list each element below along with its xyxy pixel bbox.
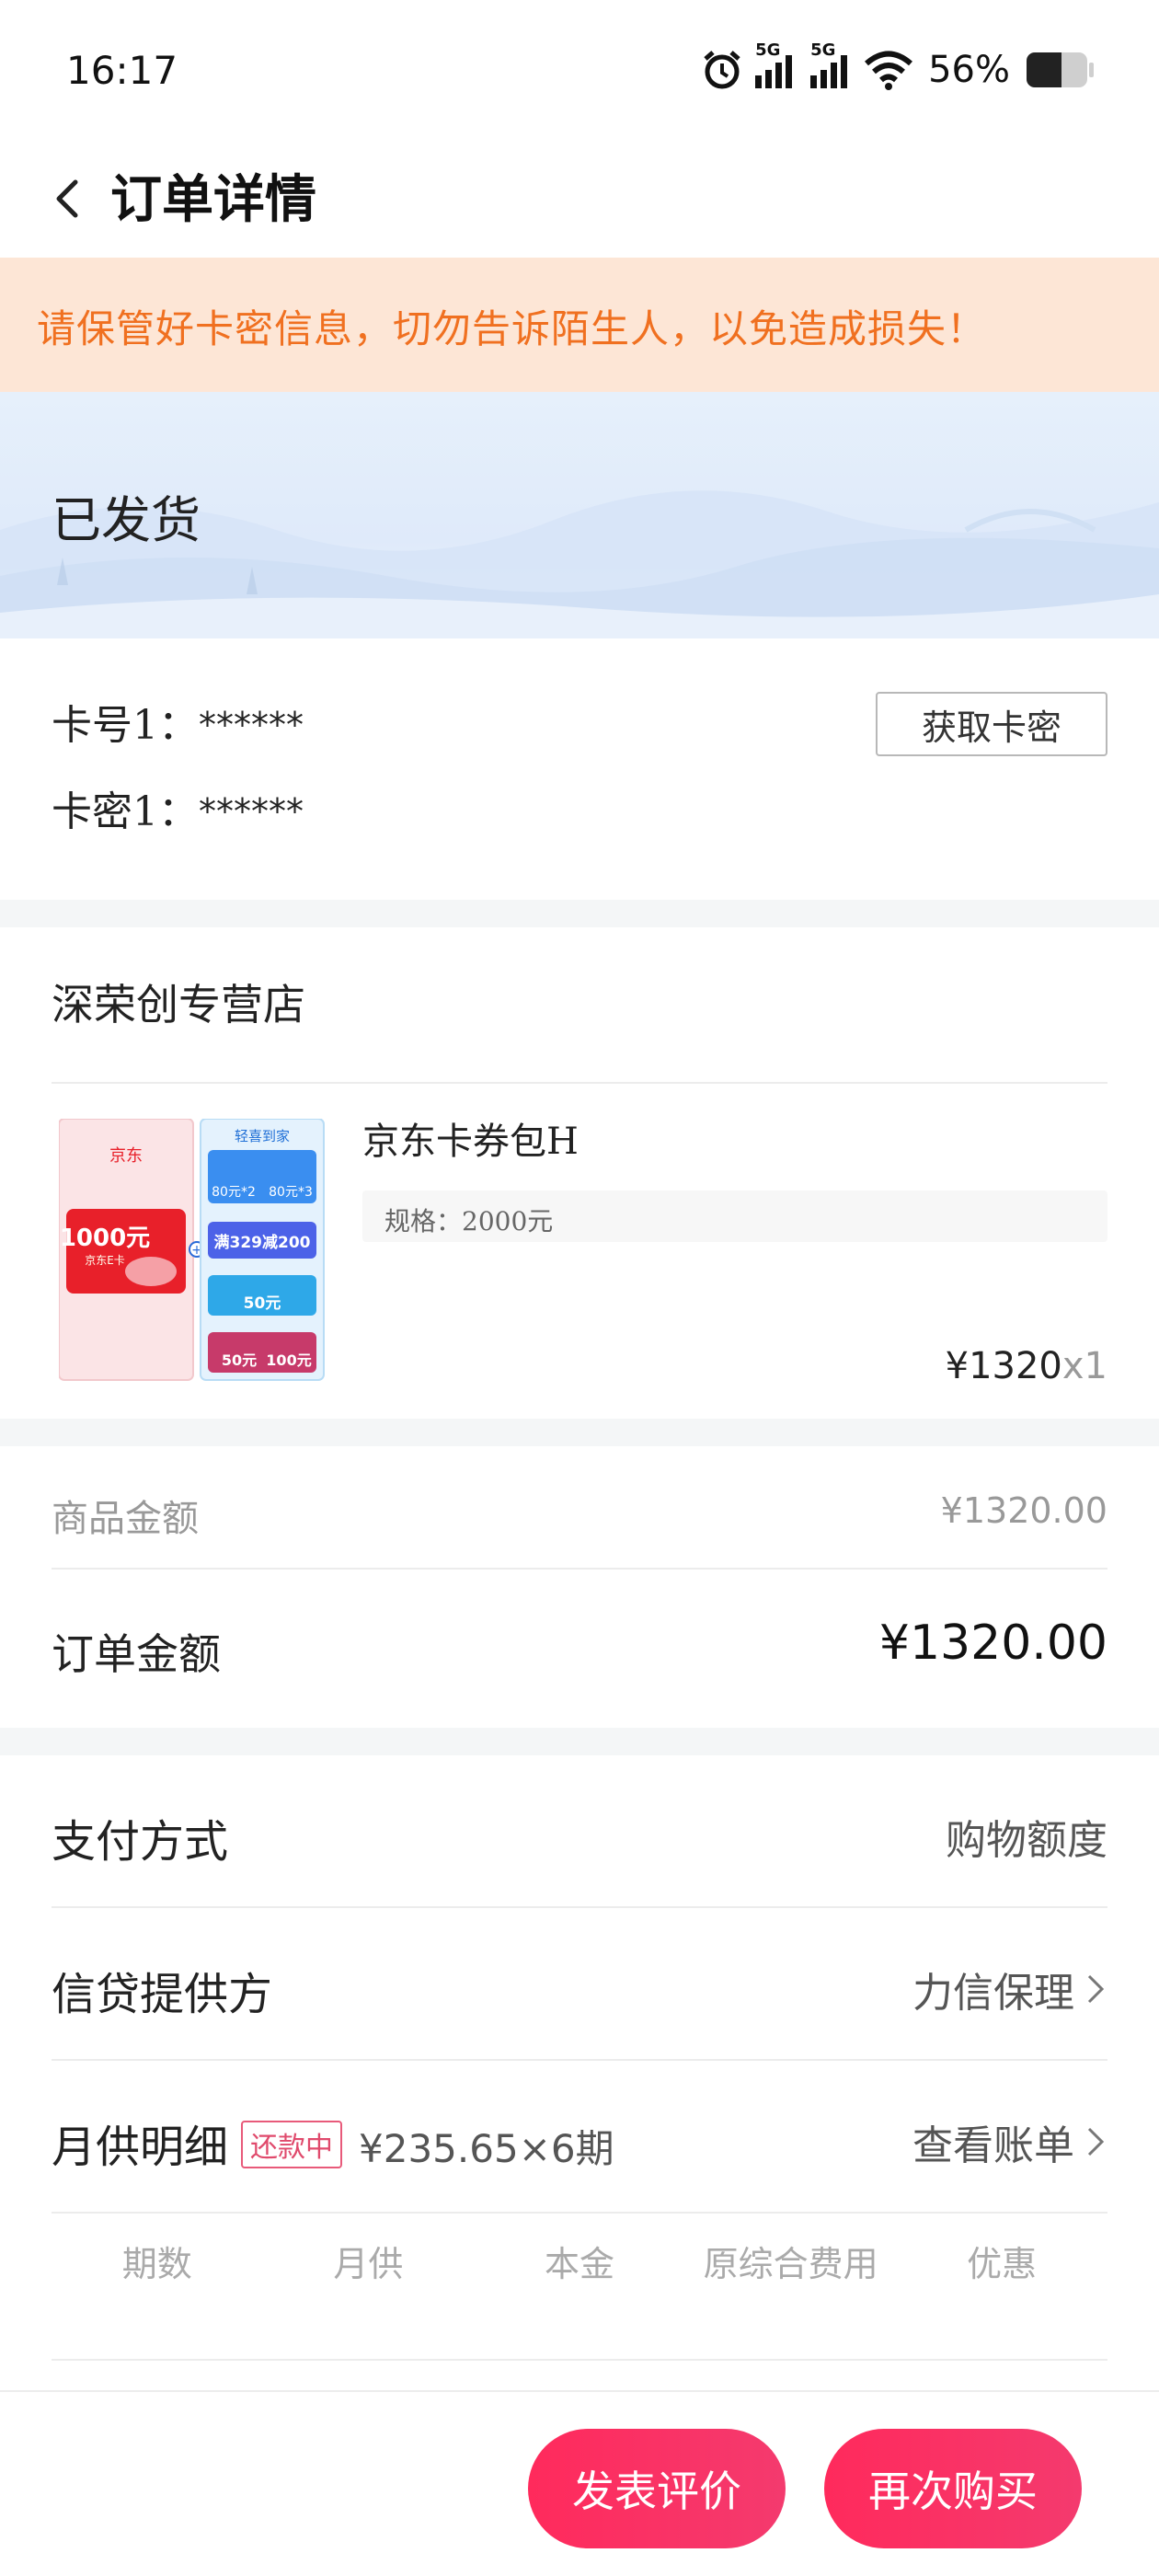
order-amount-label: 订单金额 (52, 1629, 221, 1679)
payment-method-value: 购物额度 (946, 1807, 1107, 1866)
payment-section: 支付方式 购物额度 信贷提供方 力信保理 月供明细 还款中 ¥235.65×6期 查… (0, 1755, 1159, 2390)
store-name[interactable]: 深荣创专营店 (52, 972, 305, 1032)
table-header-principal: 本金 (544, 2244, 614, 2284)
installment-detail: ¥235.65×6期 (359, 2126, 614, 2171)
chevron-right-icon (1084, 2122, 1107, 2162)
section-divider (0, 900, 1159, 927)
divider (52, 1568, 1107, 1570)
product-name[interactable]: 京东卡券包H (362, 1111, 579, 1165)
payment-method-label: 支付方式 (52, 1816, 229, 1868)
coupon-5-text: 50元 (222, 1351, 257, 1369)
coupon-header-text: 轻喜到家 (235, 1128, 290, 1144)
card-secret-row: 卡密1：****** (52, 778, 304, 837)
card-number-value: ****** (199, 705, 304, 745)
chevron-left-icon[interactable] (46, 166, 92, 230)
view-bill-text: 查看账单 (912, 2122, 1074, 2169)
product-spec-box: 规格：2000元 (362, 1190, 1107, 1242)
order-amount-value: ¥1320.00 (878, 1616, 1107, 1671)
review-button[interactable]: 发表评价 (528, 2429, 786, 2548)
signal-icon: 5G (753, 40, 799, 92)
credit-provider-label: 信贷提供方 (52, 1969, 273, 2020)
section-divider (0, 1419, 1159, 1446)
section-divider (0, 1728, 1159, 1755)
order-status-banner: 已发货 (0, 392, 1159, 638)
amount-section: 商品金额 ¥1320.00 订单金额 ¥1320.00 (0, 1446, 1159, 1728)
coupon-6-text: 100元 (266, 1351, 311, 1369)
card-number-row: 卡号1：****** (52, 692, 304, 751)
coupon-3-text: 满329减200 (214, 1233, 311, 1252)
card-secret-value: ****** (199, 791, 304, 832)
battery-percent: 56% (928, 49, 1010, 91)
monthly-payment-label-group: 月供明细 还款中 ¥235.65×6期 (52, 2110, 614, 2175)
card-secret-label: 卡密1： (52, 788, 199, 835)
coupon-1-text: 80元*2 (212, 1185, 256, 1200)
credit-provider-value[interactable]: 力信保理 (912, 1960, 1107, 2018)
repaying-badge: 还款中 (241, 2121, 343, 2168)
product-spec: 规格：2000元 (384, 1206, 554, 1236)
buy-again-button[interactable]: 再次购买 (824, 2429, 1082, 2548)
warning-text: 请保管好卡密信息，切勿告诉陌生人，以免造成损失！ (37, 306, 987, 351)
table-header-monthly: 月供 (333, 2244, 404, 2284)
table-header-fee: 原综合费用 (703, 2244, 878, 2284)
card-value-text: 1000元 (60, 1225, 150, 1252)
alarm-icon (700, 48, 744, 92)
view-bill-link[interactable]: 查看账单 (912, 2112, 1107, 2171)
credit-provider-row[interactable]: 信贷提供方 力信保理 (0, 1908, 1159, 2061)
product-price: ¥1320 (945, 1345, 1062, 1387)
monthly-payment-label: 月供明细 (52, 2122, 229, 2173)
card-info-section: 卡号1：****** 卡密1：****** 获取卡密 (0, 638, 1159, 900)
divider (52, 2212, 1107, 2214)
network-type-2: 5G (810, 40, 836, 60)
table-header-period: 期数 (121, 2244, 192, 2284)
payment-method-row: 支付方式 购物额度 (0, 1755, 1159, 1908)
product-price-row: ¥1320x1 (946, 1345, 1107, 1387)
divider (52, 2359, 1107, 2361)
installment-table-header: 期数 月供 本金 原综合费用 优惠 (52, 2236, 1107, 2302)
divider (52, 1082, 1107, 1084)
battery-icon (1025, 49, 1095, 91)
status-bar: 16:17 5G 5G 56% (0, 0, 1159, 138)
card-number-label: 卡号1： (52, 702, 199, 749)
card-sub-text: 京东E卡 (85, 1254, 125, 1267)
goods-amount-value: ¥1320.00 (940, 1490, 1107, 1531)
warning-banner: 请保管好卡密信息，切勿告诉陌生人，以免造成损失！ (0, 258, 1159, 392)
wifi-icon (864, 48, 913, 92)
coupon-4-text: 50元 (244, 1294, 281, 1313)
credit-provider-text: 力信保理 (912, 1970, 1074, 2017)
table-header-discount: 优惠 (967, 2244, 1038, 2284)
status-icons: 5G 5G 56% (700, 40, 1095, 96)
product-thumbnail[interactable]: 京东 1000元 京东E卡 + 轻喜到家 80元*2 80元*3 满329减20… (58, 1118, 327, 1386)
nav-bar: 订单详情 (0, 138, 1159, 258)
signal-icon: 5G (809, 40, 855, 92)
coupon-2-text: 80元*3 (269, 1185, 313, 1200)
bottom-action-bar: 发表评价 再次购买 (0, 2390, 1159, 2576)
order-status-title: 已发货 (52, 491, 201, 549)
chevron-right-icon (1084, 1969, 1107, 2009)
get-card-secret-button[interactable]: 获取卡密 (876, 692, 1107, 756)
jd-logo-text: 京东 (109, 1146, 143, 1166)
goods-amount-label: 商品金额 (52, 1498, 199, 1540)
monthly-payment-row: 月供明细 还款中 ¥235.65×6期 查看账单 (0, 2061, 1159, 2214)
page-title: 订单详情 (110, 169, 316, 230)
product-quantity: x1 (1061, 1345, 1107, 1387)
payment-method-text: 购物额度 (946, 1817, 1107, 1864)
status-time: 16:17 (66, 48, 178, 93)
store-section: 深荣创专营店 京东 1000元 京东E卡 + 轻喜到家 80元*2 80元*3 … (0, 927, 1159, 1419)
network-type-1: 5G (755, 40, 781, 60)
